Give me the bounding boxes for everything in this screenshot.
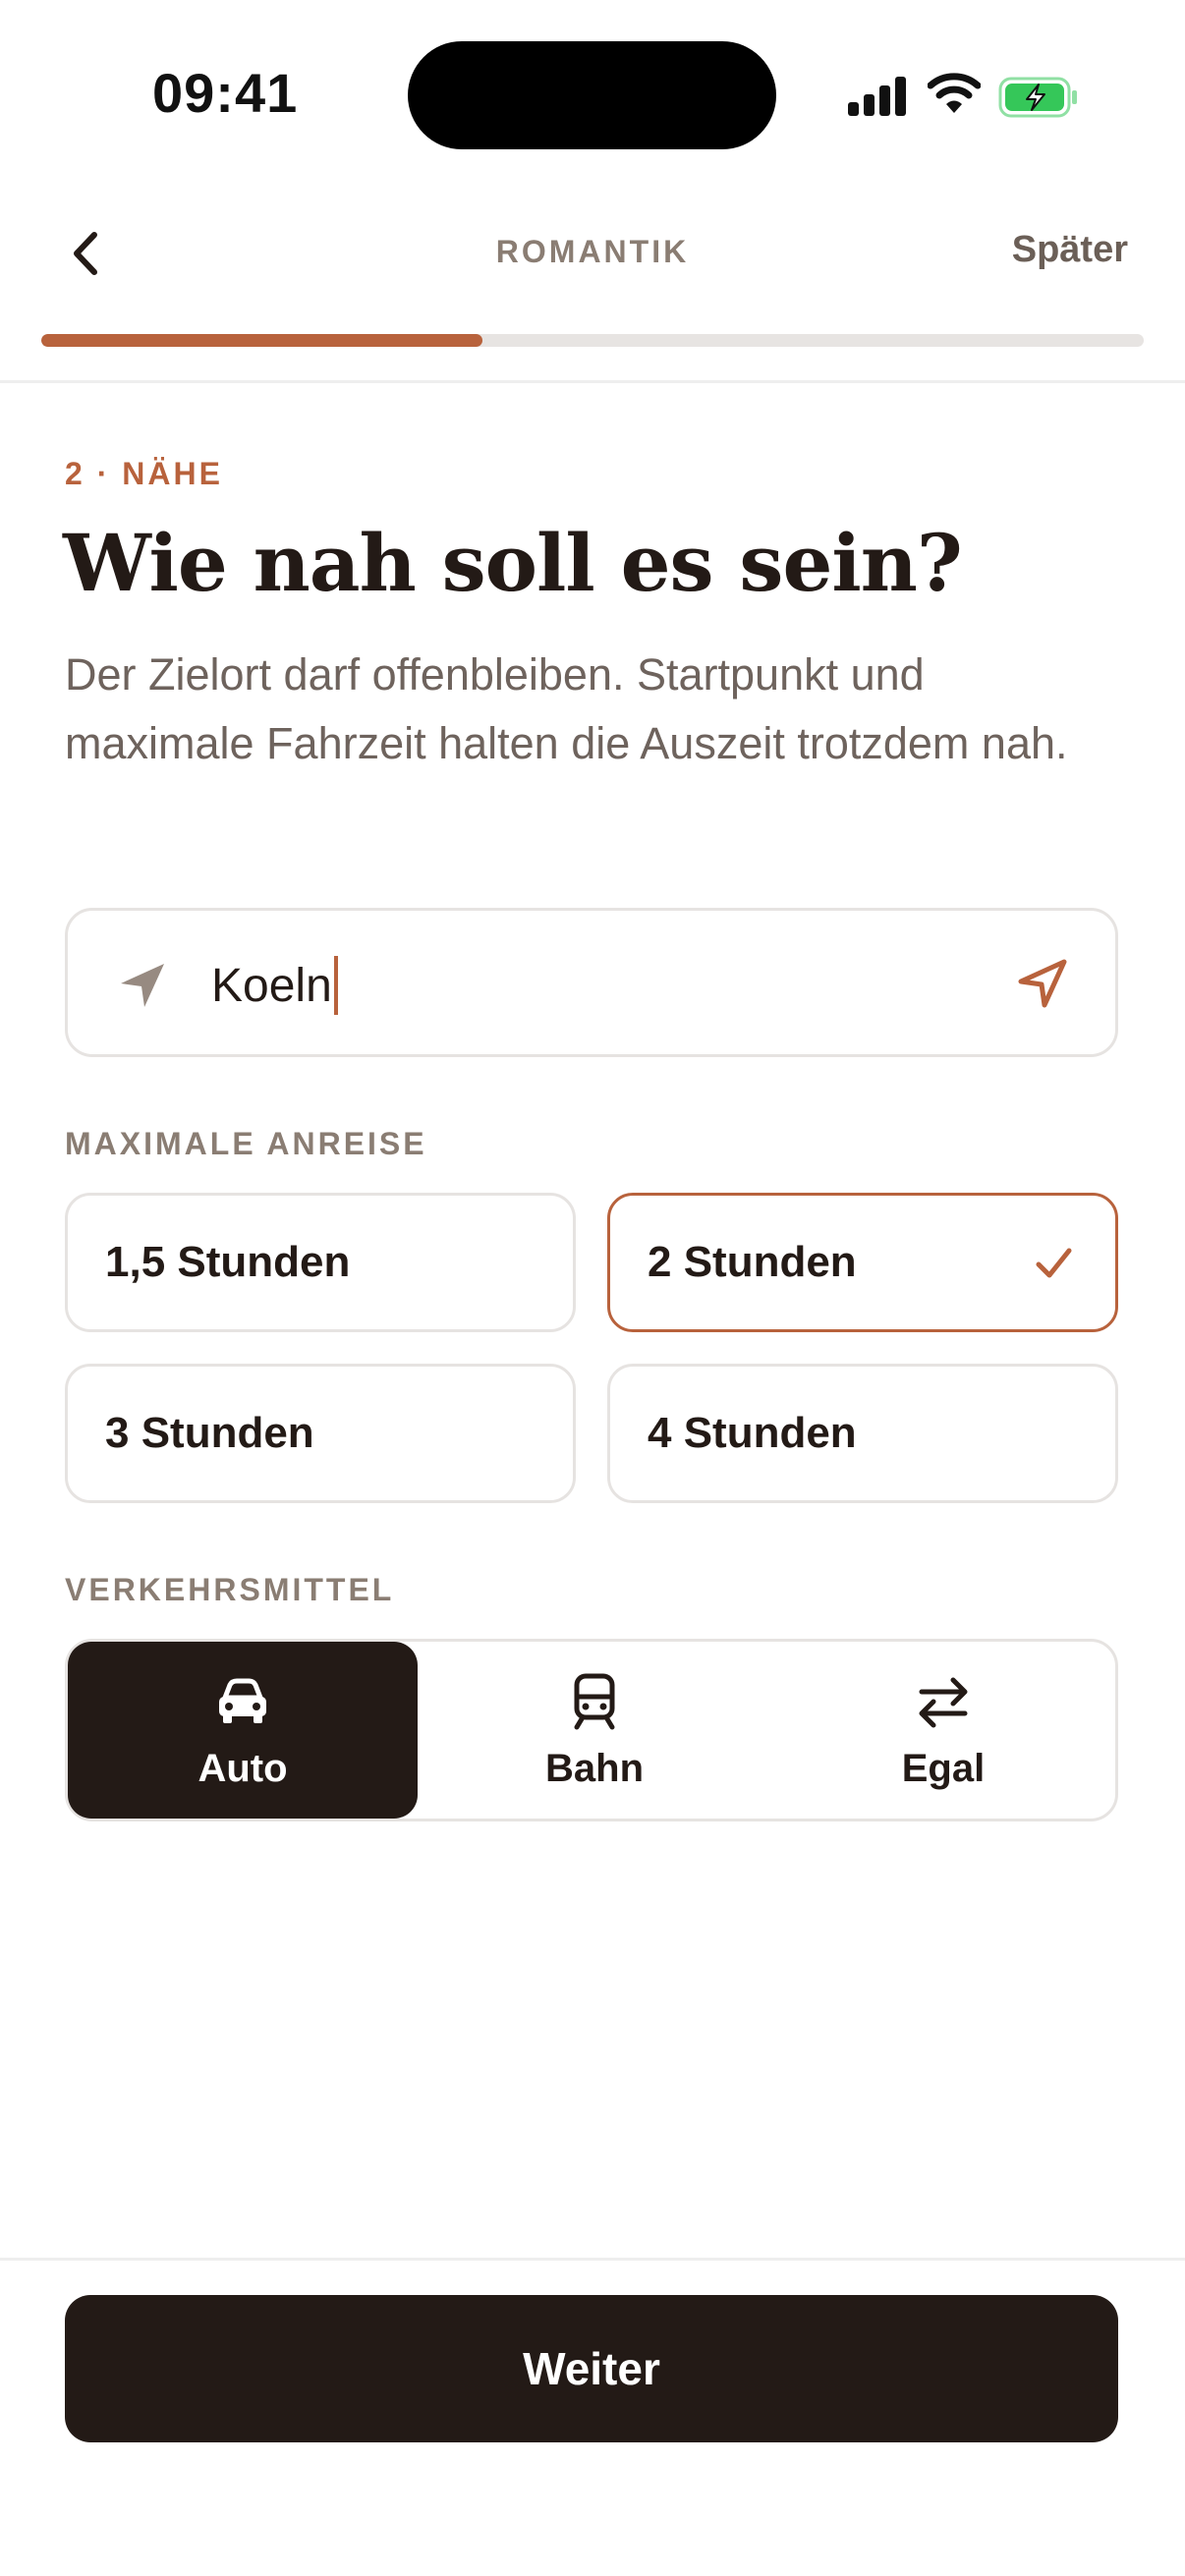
segment-egal[interactable]: Egal: [771, 1642, 1115, 1819]
text-cursor: [333, 956, 338, 1015]
segment-label: Bahn: [545, 1746, 644, 1790]
section-label-transport: VERKEHRSMITTEL: [65, 1572, 395, 1607]
progress-bar: [41, 334, 1144, 347]
option-label: 2 Stunden: [648, 1238, 857, 1286]
swap-arrows-icon: [919, 1677, 968, 1727]
later-button[interactable]: Später: [1012, 229, 1128, 271]
footer-divider: [0, 2258, 1185, 2261]
start-location-field[interactable]: Koeln: [65, 908, 1118, 1057]
locate-icon[interactable]: [1013, 954, 1072, 1013]
option-label: 3 Stunden: [105, 1409, 314, 1457]
travel-option-3h[interactable]: 3 Stunden: [65, 1364, 576, 1503]
flow-title: ROMANTIK: [495, 234, 690, 269]
segment-auto[interactable]: Auto: [68, 1642, 418, 1819]
battery-charging-icon: [998, 77, 1077, 118]
start-location-input[interactable]: Koeln: [211, 956, 338, 1015]
continue-button[interactable]: Weiter: [65, 2295, 1118, 2442]
section-label-travel-time: MAXIMALE ANREISE: [65, 1126, 427, 1161]
option-label: 1,5 Stunden: [105, 1238, 351, 1286]
segment-label: Egal: [901, 1746, 986, 1790]
step-description: Der Zielort darf offenbleiben. Startpunk…: [65, 649, 1068, 768]
cellular-signal-icon: [848, 77, 907, 116]
train-icon: [574, 1673, 615, 1729]
travel-option-1-5h[interactable]: 1,5 Stunden: [65, 1193, 576, 1332]
navigation-arrow-icon: [121, 964, 164, 1007]
wifi-icon: [928, 73, 981, 113]
car-icon: [219, 1678, 266, 1723]
location-value: Koeln: [211, 959, 332, 1012]
segment-bahn[interactable]: Bahn: [418, 1642, 771, 1819]
option-label: 4 Stunden: [648, 1409, 857, 1457]
travel-option-4h[interactable]: 4 Stunden: [607, 1364, 1118, 1503]
step-label: 2 · NÄHE: [65, 456, 223, 491]
status-time: 09:41: [152, 62, 299, 124]
checkmark-icon: [1036, 1248, 1072, 1278]
dynamic-island: [408, 41, 776, 149]
travel-option-2h[interactable]: 2 Stunden: [607, 1193, 1118, 1332]
divider: [0, 380, 1185, 383]
transport-segmented-control: Auto Bahn Egal: [65, 1639, 1118, 1821]
segment-label: Auto: [198, 1746, 288, 1790]
page-title: Wie nah soll es sein?: [63, 517, 963, 609]
progress-fill: [41, 334, 482, 347]
